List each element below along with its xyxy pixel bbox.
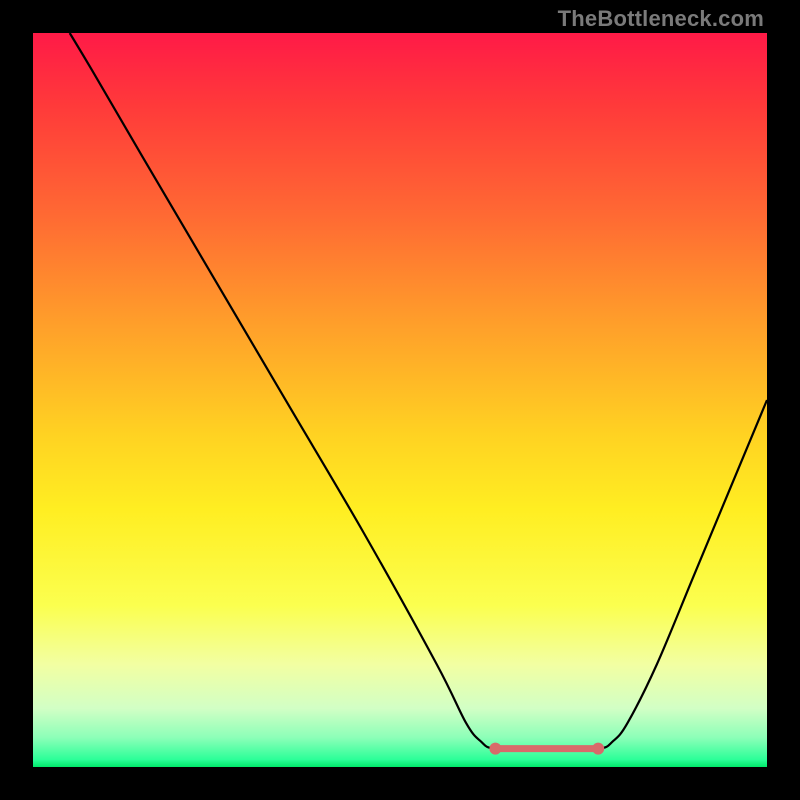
- bottleneck-curve: [70, 33, 767, 749]
- optimal-range-marker: [489, 743, 604, 755]
- attribution-label: TheBottleneck.com: [558, 6, 764, 32]
- curve-svg: [33, 33, 767, 767]
